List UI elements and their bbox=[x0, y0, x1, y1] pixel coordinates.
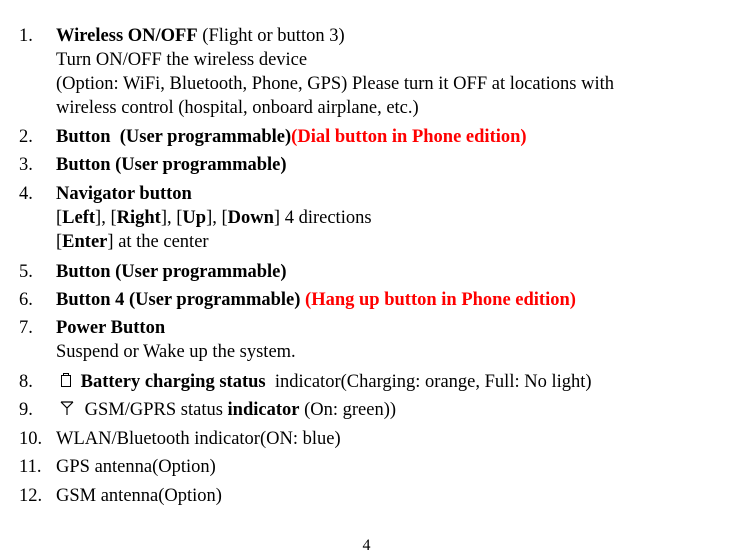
directions-suffix: 4 directions bbox=[280, 208, 372, 228]
item-number: 1. bbox=[19, 26, 33, 46]
phone-edition-note: (Dial button in Phone edition) bbox=[291, 127, 527, 147]
item-number: 6. bbox=[19, 290, 33, 310]
item-number: 7. bbox=[19, 318, 33, 338]
direction-down: Down bbox=[227, 208, 274, 228]
item-text: WLAN/Bluetooth indicator(ON: blue) bbox=[56, 429, 341, 449]
item-number: 9. bbox=[19, 400, 33, 420]
item-title: Button (User programmable) bbox=[56, 127, 292, 147]
page-number: 4 bbox=[362, 537, 371, 554]
item-title: Navigator button bbox=[56, 184, 192, 204]
item-number: 10. bbox=[19, 429, 43, 449]
enter-suffix: at the center bbox=[113, 232, 209, 252]
enter-key: Enter bbox=[62, 232, 108, 252]
antenna-icon bbox=[60, 399, 74, 423]
item-number: 4. bbox=[19, 184, 33, 204]
item-description: Suspend or Wake up the system. bbox=[56, 342, 296, 362]
battery-icon bbox=[60, 371, 72, 395]
item-number: 8. bbox=[19, 372, 33, 392]
item-description: wireless control (hospital, onboard airp… bbox=[56, 98, 419, 118]
document-page: 1. Wireless ON/OFF (Flight or button 3) … bbox=[0, 0, 737, 555]
item-title-suffix: (Flight or button 3) bbox=[197, 26, 345, 46]
item-title: Battery charging status bbox=[80, 372, 266, 392]
phone-edition-note: (Hang up button in Phone edition) bbox=[305, 290, 576, 310]
item-title: Button (User programmable) bbox=[56, 262, 287, 282]
item-bold: indicator bbox=[227, 400, 300, 420]
navigator-directions: [Left], [Right], [Up], [Down] 4 directio… bbox=[56, 208, 372, 228]
item-number: 11. bbox=[19, 457, 42, 477]
item-text: indicator(Charging: orange, Full: No lig… bbox=[274, 372, 592, 392]
item-title: Button 4 (User programmable) bbox=[56, 290, 301, 310]
item-text: GSM antenna(Option) bbox=[56, 486, 222, 506]
item-title: Power Button bbox=[56, 318, 166, 338]
direction-left: Left bbox=[62, 208, 96, 228]
item-description: (Option: WiFi, Bluetooth, Phone, GPS) Pl… bbox=[56, 74, 615, 94]
item-text-suffix: (On: green)) bbox=[299, 400, 397, 420]
direction-right: Right bbox=[116, 208, 161, 228]
page-footer: 4 bbox=[0, 537, 737, 555]
item-description: Turn ON/OFF the wireless device bbox=[56, 50, 308, 70]
item-text: GPS antenna(Option) bbox=[56, 457, 216, 477]
item-number: 12. bbox=[19, 486, 43, 506]
navigator-enter: [Enter] at the center bbox=[56, 232, 209, 252]
item-number: 2. bbox=[19, 127, 33, 147]
item-title: Button (User programmable) bbox=[56, 155, 287, 175]
direction-up: Up bbox=[182, 208, 207, 228]
item-title: Wireless ON/OFF bbox=[56, 26, 198, 46]
item-number: 5. bbox=[19, 262, 33, 282]
item-number: 3. bbox=[19, 155, 33, 175]
item-text: GSM/GPRS status bbox=[84, 400, 228, 420]
